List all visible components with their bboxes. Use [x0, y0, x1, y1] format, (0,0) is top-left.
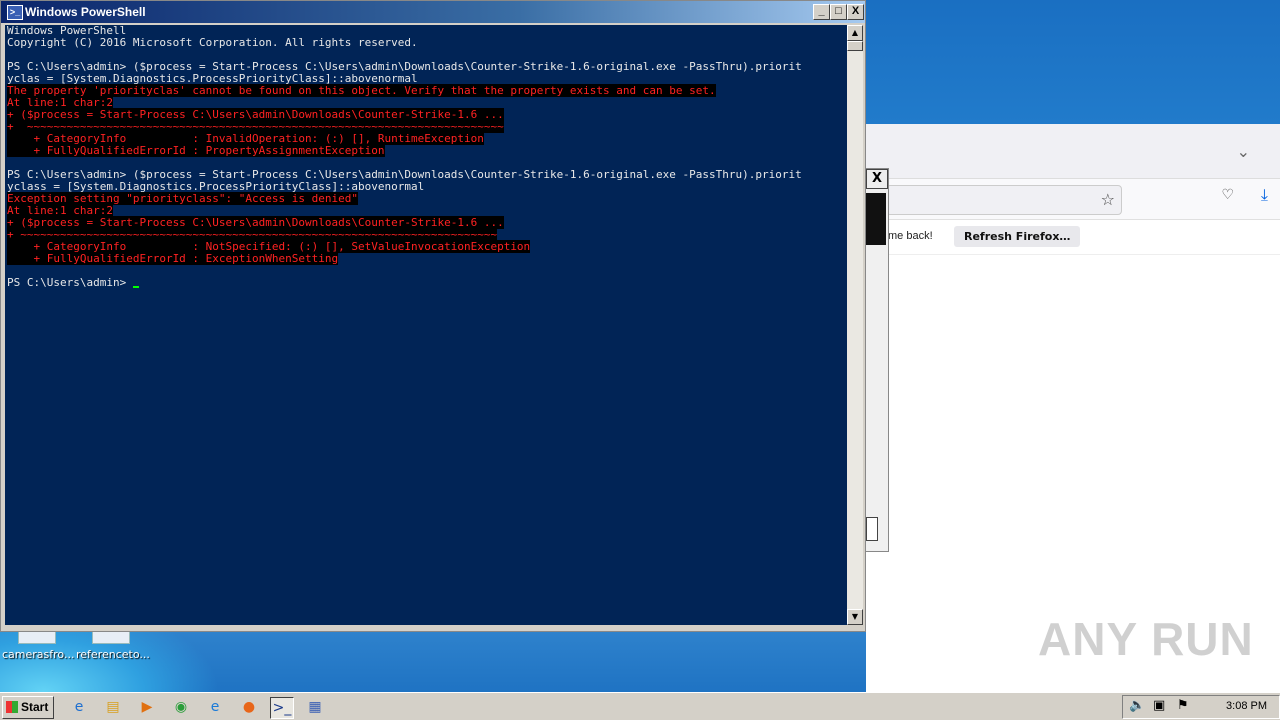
volume-icon[interactable]: 🔈 [1129, 698, 1145, 713]
network-icon[interactable]: ▣ [1153, 698, 1165, 713]
flag-icon[interactable]: ⚑ [1177, 698, 1189, 713]
background-dialog: X [866, 168, 889, 552]
window-title: Windows PowerShell [25, 5, 146, 19]
maximize-button[interactable]: □ [830, 4, 847, 20]
vertical-scrollbar[interactable]: ▲ ▼ [847, 25, 863, 625]
file-icon [92, 630, 130, 644]
console-error-line: + FullyQualifiedErrorId : PropertyAssign… [7, 144, 847, 157]
start-label: Start [21, 700, 49, 714]
console-line-text: + FullyQualifiedErrorId : ExceptionWhenS… [7, 252, 339, 265]
firefox-tabbar: ⌄ [866, 124, 1280, 179]
console-line-text: Copyright (C) 2016 Microsoft Corporation… [7, 36, 418, 49]
dialog-button[interactable] [866, 517, 878, 541]
firefox-notification-bar: me back! Refresh Firefox… [866, 220, 1280, 255]
chrome-icon[interactable]: ◉ [170, 697, 192, 717]
explorer-icon[interactable]: ▤ [102, 697, 124, 717]
start-button[interactable]: Start [2, 696, 54, 719]
edge-icon[interactable]: e [204, 697, 226, 717]
refresh-firefox-button[interactable]: Refresh Firefox… [954, 226, 1081, 247]
console-error-line: The property 'priorityclas' cannot be fo… [7, 84, 847, 97]
anyrun-watermark: ANY RUN [1038, 613, 1254, 665]
console-prompt-line: PS C:\Users\admin> [7, 277, 847, 289]
scroll-thumb[interactable] [847, 41, 863, 51]
console-prompt: PS C:\Users\admin> [7, 276, 133, 289]
console-error-line: + FullyQualifiedErrorId : ExceptionWhenS… [7, 252, 847, 265]
powershell-titlebar[interactable]: >_ Windows PowerShell _ □ X [1, 1, 865, 23]
close-button[interactable]: X [847, 4, 864, 20]
clock[interactable]: 3:08 PM [1226, 700, 1267, 712]
url-bar[interactable]: ☆ [886, 185, 1122, 215]
file-icon [18, 630, 56, 644]
windows-logo-icon [6, 701, 18, 713]
ie-icon[interactable]: e [68, 697, 90, 717]
desktop-icon-label: referenceto... [76, 648, 150, 661]
scroll-down-icon[interactable]: ▼ [847, 609, 863, 625]
desktop-icon-camerasfro[interactable]: camerasfro... [2, 630, 75, 661]
system-tray: 🔈 ▣ ⚑ 3:08 PM [1122, 695, 1280, 719]
bookmark-star-icon[interactable]: ☆ [1101, 190, 1115, 209]
scroll-up-icon[interactable]: ▲ [847, 25, 863, 41]
console-output[interactable]: Windows PowerShell Copyright (C) 2016 Mic… [5, 25, 847, 625]
console-line-text: The property 'priorityclas' cannot be fo… [7, 84, 716, 97]
taskbar: Start e ▤ ▶ ◉ e ● >_ ▦ 🔈 ▣ ⚑ 3:08 PM [0, 692, 1280, 720]
powershell-window: >_ Windows PowerShell _ □ X Windows Powe… [0, 0, 866, 632]
pocket-icon[interactable]: ♡ [1221, 187, 1234, 203]
chevron-down-icon[interactable]: ⌄ [1237, 142, 1250, 161]
text-cursor [132, 286, 139, 288]
notification-text: me back! [888, 230, 933, 242]
console-line: Copyright (C) 2016 Microsoft Corporation… [7, 37, 847, 49]
powershell-taskbar-button[interactable]: >_ [270, 697, 294, 719]
firefox-window: ⌄ ☆ ♡ ⤓ me back! Refresh Firefox… [866, 124, 1280, 692]
console-error-line: Exception setting "priorityclass": "Acce… [7, 192, 847, 205]
dialog-image [866, 193, 886, 245]
firefox-icon[interactable]: ● [238, 697, 260, 717]
desktop-icon-referenceto[interactable]: referenceto... [76, 630, 150, 661]
taskbar-app-icon[interactable]: ▦ [304, 697, 326, 717]
console-line-text: + FullyQualifiedErrorId : PropertyAssign… [7, 144, 385, 157]
firefox-toolbar: ☆ ♡ ⤓ [866, 179, 1280, 220]
close-icon[interactable]: X [866, 169, 888, 189]
minimize-button[interactable]: _ [813, 4, 830, 20]
desktop-icon-label: camerasfro... [2, 648, 75, 661]
download-icon[interactable]: ⤓ [1261, 185, 1268, 205]
powershell-icon: >_ [7, 5, 23, 20]
media-player-icon[interactable]: ▶ [136, 697, 158, 717]
